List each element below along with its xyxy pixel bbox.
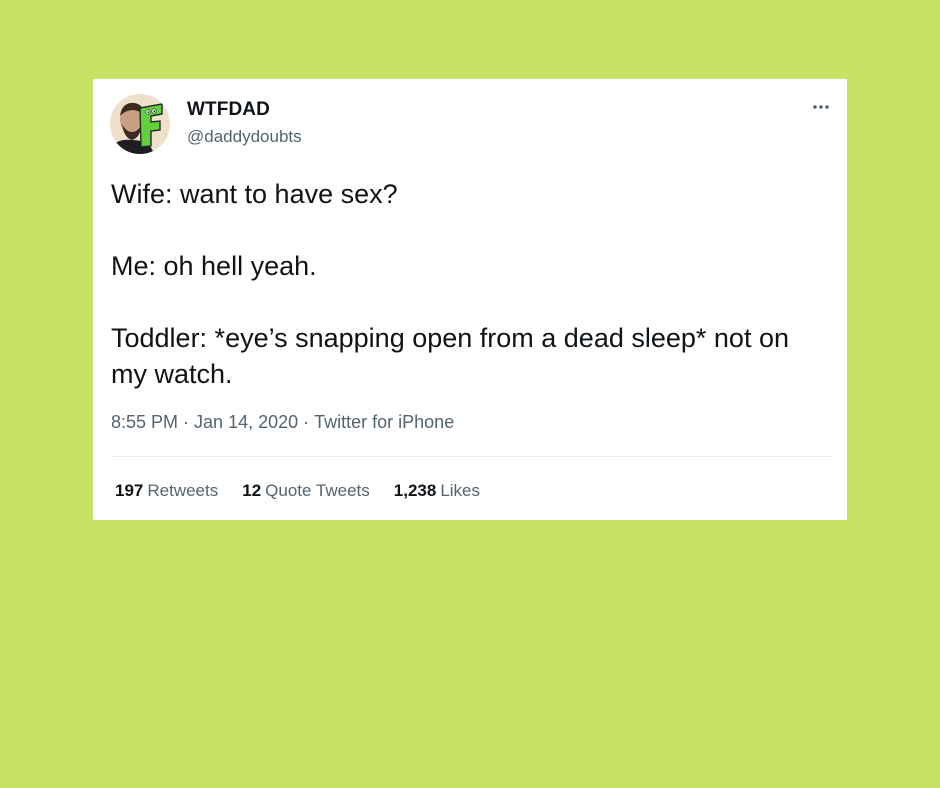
likes-label: Likes — [440, 481, 480, 500]
display-name[interactable]: WTFDAD — [187, 99, 270, 121]
meta-separator: · — [303, 412, 310, 432]
avatar-photo-icon — [110, 94, 170, 154]
tweet-card: WTFDAD @daddydoubts Wife: want to have s… — [93, 79, 847, 520]
quote-tweets-label: Quote Tweets — [265, 481, 370, 500]
user-handle[interactable]: @daddydoubts — [187, 127, 302, 147]
tweet-meta: 8:55 PM · Jan 14, 2020 · Twitter for iPhone — [111, 412, 454, 433]
likes-count: 1,238 — [393, 481, 437, 500]
quote-tweets-stat[interactable]: 12 Quote Tweets — [242, 481, 370, 501]
retweets-count: 197 — [115, 481, 144, 500]
tweet-line: Toddler: *eye’s snapping open from a dea… — [111, 323, 789, 389]
quote-tweets-count: 12 — [242, 481, 262, 500]
tweet-line: Me: oh hell yeah. — [111, 251, 317, 281]
retweets-stat[interactable]: 197 Retweets — [115, 481, 218, 501]
more-horizontal-icon[interactable] — [811, 97, 831, 117]
tweet-source[interactable]: Twitter for iPhone — [314, 412, 454, 432]
tweet-time[interactable]: 8:55 PM — [111, 412, 178, 432]
retweets-label: Retweets — [147, 481, 219, 500]
tweet-date[interactable]: Jan 14, 2020 — [194, 412, 298, 432]
tweet-line: Wife: want to have sex? — [111, 179, 398, 209]
meta-separator: · — [183, 412, 190, 432]
divider — [111, 456, 833, 457]
avatar[interactable] — [110, 94, 170, 154]
tweet-stats: 197 Retweets 12 Quote Tweets 1,238 Likes — [115, 481, 480, 501]
likes-stat[interactable]: 1,238 Likes — [394, 481, 480, 501]
tweet-text: Wife: want to have sex? Me: oh hell yeah… — [111, 176, 827, 392]
